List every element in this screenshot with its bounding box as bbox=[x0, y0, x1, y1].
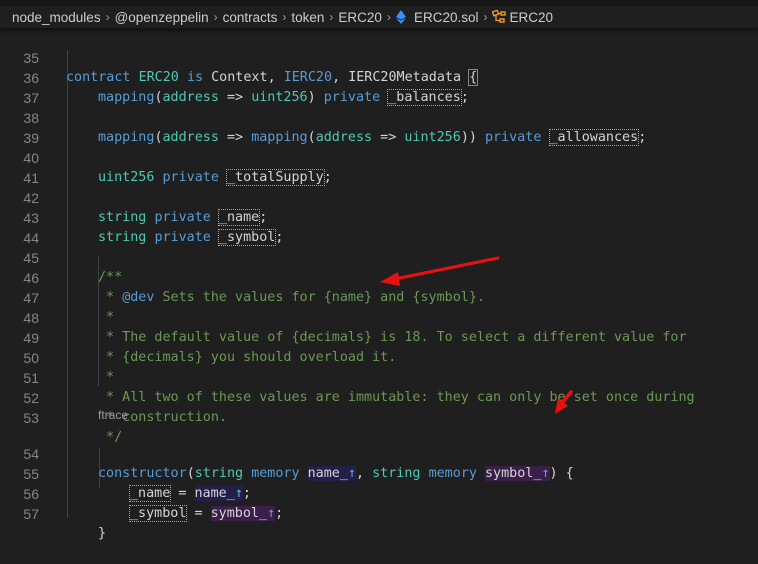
code-line: 44 bbox=[0, 208, 758, 246]
param-arrow-icon: ↑ bbox=[267, 506, 276, 521]
state-variable[interactable]: _symbol bbox=[128, 505, 188, 522]
breadcrumb-node-modules[interactable]: node_modules bbox=[12, 10, 101, 25]
breadcrumb-contracts[interactable]: contracts bbox=[223, 10, 278, 25]
code-line: 46 * @dev Sets the values for {name} and… bbox=[0, 248, 758, 305]
code-line: 50 * bbox=[0, 328, 758, 385]
breadcrumb-separator: › bbox=[329, 10, 334, 24]
code-line: 35 contract ERC20 is Context, IERC20, IE… bbox=[0, 28, 758, 86]
breadcrumb-separator: › bbox=[105, 10, 110, 24]
breadcrumb-separator: › bbox=[386, 10, 391, 24]
breadcrumb-file[interactable]: ERC20.sol bbox=[414, 10, 479, 25]
code-line: 57 } bbox=[0, 484, 758, 541]
code-line: 55 _name = name_↑; bbox=[0, 444, 758, 502]
punctuation: ; bbox=[275, 506, 284, 521]
breadcrumb-erc20-folder[interactable]: ERC20 bbox=[338, 10, 382, 25]
line-number: 57 bbox=[23, 506, 39, 522]
code-line: 49 * {decimals} you should overload it. bbox=[0, 308, 758, 365]
code-line: 45 /** bbox=[0, 228, 758, 285]
closing-brace: } bbox=[98, 526, 107, 541]
code-line: 47 * bbox=[0, 268, 758, 325]
code-line: 36 mapping(address => uint256) private _… bbox=[0, 48, 758, 106]
breadcrumb-separator: › bbox=[213, 10, 218, 24]
ethereum-icon bbox=[395, 10, 406, 24]
breadcrumb-token[interactable]: token bbox=[291, 10, 324, 25]
line-content: _symbol = symbol_↑; bbox=[128, 504, 284, 524]
code-line: 53 */ bbox=[0, 388, 758, 445]
breadcrumb-separator: › bbox=[483, 10, 488, 24]
breadcrumb-openzeppelin[interactable]: @openzeppelin bbox=[115, 10, 209, 25]
code-line: 39 bbox=[0, 108, 758, 146]
breadcrumb-symbol[interactable]: ERC20 bbox=[509, 10, 553, 25]
code-line: 38 mapping(address => mapping(address =>… bbox=[0, 88, 758, 146]
struct-icon bbox=[492, 9, 507, 24]
parameter-symbol[interactable]: symbol_↑ bbox=[210, 506, 276, 521]
code-line: 48 * The default value of {decimals} is … bbox=[0, 288, 758, 345]
parameter-text: symbol_ bbox=[210, 506, 268, 521]
code-line: 42 string private _name; bbox=[0, 168, 758, 226]
code-line: 54 constructor(string memory name_↑, str… bbox=[0, 424, 758, 481]
breadcrumb-separator: › bbox=[282, 10, 287, 24]
code-line: 56 _symbol = symbol_↑; bbox=[0, 464, 758, 522]
code-line: 52 * construction. bbox=[0, 368, 758, 425]
operator: = bbox=[186, 506, 211, 521]
breadcrumb: node_modules › @openzeppelin › contracts… bbox=[0, 6, 758, 28]
codelens-ftrace[interactable]: ftrace bbox=[98, 408, 128, 424]
code-line: 43 string private _symbol; bbox=[0, 188, 758, 246]
code-editor[interactable]: 35 contract ERC20 is Context, IERC20, IE… bbox=[0, 28, 758, 541]
code-line: 37 bbox=[0, 68, 758, 106]
code-line: 40 uint256 private _totalSupply; bbox=[0, 128, 758, 186]
code-line: 41 bbox=[0, 148, 758, 186]
code-line: 51 * All two of these values are immutab… bbox=[0, 348, 758, 405]
